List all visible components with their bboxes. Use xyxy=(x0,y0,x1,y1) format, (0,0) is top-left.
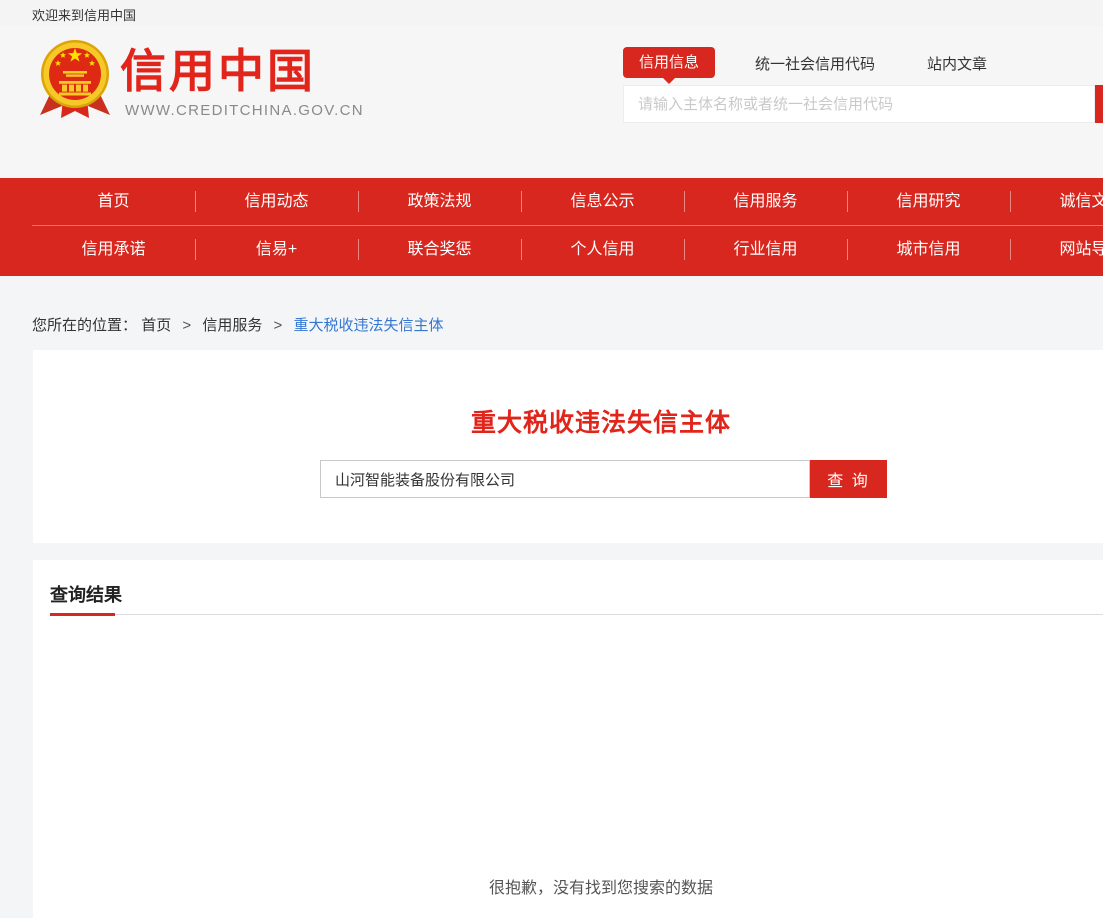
nav-row-1: 首页 信用动态 政策法规 信息公示 信用服务 信用研究 诚信文化 xyxy=(32,178,1103,225)
nav-item-city-credit[interactable]: 城市信用 xyxy=(847,226,1010,273)
nav-item-credit-research[interactable]: 信用研究 xyxy=(847,178,1010,225)
header-search-input[interactable] xyxy=(623,85,1095,123)
nav-item-credit-services[interactable]: 信用服务 xyxy=(684,178,847,225)
page-title: 重大税收违法失信主体 xyxy=(33,350,1103,439)
empty-results-message: 很抱歉，没有找到您搜索的数据 xyxy=(33,874,1103,898)
nav-item-site-map[interactable]: 网站导航 xyxy=(1010,226,1103,273)
search-tab-site-articles[interactable]: 站内文章 xyxy=(927,53,987,74)
nav-item-policies[interactable]: 政策法规 xyxy=(358,178,521,225)
site-title[interactable]: 信用中国 xyxy=(120,46,316,97)
results-heading-ruler xyxy=(115,614,1103,615)
results-panel: 查询结果 很抱歉，没有找到您搜索的数据 xyxy=(33,560,1103,918)
search-panel: 重大税收违法失信主体 查 询 xyxy=(33,350,1103,543)
active-tab-pointer-icon xyxy=(663,78,675,84)
nav-item-info-disclosure[interactable]: 信息公示 xyxy=(521,178,684,225)
nav-item-home[interactable]: 首页 xyxy=(32,178,195,225)
nav-item-credit-commitment[interactable]: 信用承诺 xyxy=(32,226,195,273)
welcome-bar: 欢迎来到信用中国 xyxy=(0,0,1103,26)
nav-item-credit-plus[interactable]: 信易+ xyxy=(195,226,358,273)
search-tab-credit-info[interactable]: 信用信息 xyxy=(623,47,715,78)
entity-search-input[interactable] xyxy=(320,460,810,498)
query-button[interactable]: 查 询 xyxy=(810,460,887,498)
nav-item-integrity-culture[interactable]: 诚信文化 xyxy=(1010,178,1103,225)
results-heading: 查询结果 xyxy=(50,581,122,607)
header-search-button[interactable] xyxy=(1095,85,1103,123)
nav-item-credit-news[interactable]: 信用动态 xyxy=(195,178,358,225)
search-tab-credit-info-label: 信用信息 xyxy=(639,54,699,71)
nav-item-joint-reward-punishment[interactable]: 联合奖惩 xyxy=(358,226,521,273)
breadcrumb-separator: > xyxy=(182,317,191,334)
welcome-text: 欢迎来到信用中国 xyxy=(32,5,136,24)
nav-row-2: 信用承诺 信易+ 联合奖惩 个人信用 行业信用 城市信用 网站导航 xyxy=(32,226,1103,273)
breadcrumb-separator: > xyxy=(274,317,283,334)
entity-search-row: 查 询 xyxy=(320,460,887,498)
breadcrumb-item-credit-services[interactable]: 信用服务 xyxy=(202,317,262,334)
breadcrumb-item-home[interactable]: 首页 xyxy=(141,317,171,334)
breadcrumb-prefix: 您所在的位置： xyxy=(32,317,137,334)
site-header: 信用中国 WWW.CREDITCHINA.GOV.CN 信用信息 统一社会信用代… xyxy=(0,26,1103,178)
site-url: WWW.CREDITCHINA.GOV.CN xyxy=(125,102,364,119)
nav-item-personal-credit[interactable]: 个人信用 xyxy=(521,226,684,273)
breadcrumb: 您所在的位置： 首页 > 信用服务 > 重大税收违法失信主体 xyxy=(32,314,443,335)
results-heading-underline xyxy=(50,613,115,616)
breadcrumb-item-current[interactable]: 重大税收违法失信主体 xyxy=(293,317,443,334)
nav-item-industry-credit[interactable]: 行业信用 xyxy=(684,226,847,273)
search-tab-unified-code[interactable]: 统一社会信用代码 xyxy=(755,53,875,74)
national-emblem-logo-icon[interactable] xyxy=(38,38,112,122)
main-navigation: 首页 信用动态 政策法规 信息公示 信用服务 信用研究 诚信文化 信用承诺 信易… xyxy=(0,178,1103,276)
